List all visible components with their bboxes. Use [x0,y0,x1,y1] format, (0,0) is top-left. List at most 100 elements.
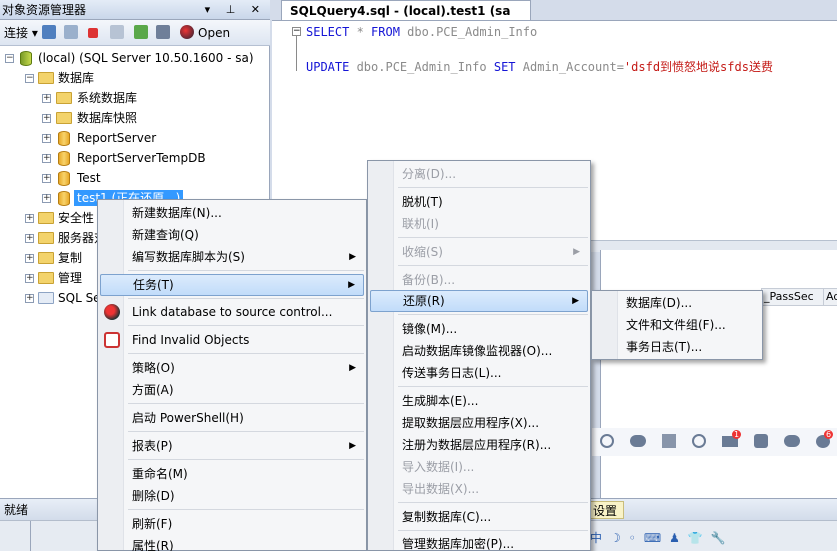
tree-node-databases[interactable]: − 数据库 [0,68,270,88]
expand-icon[interactable]: + [42,154,51,163]
menu-item-link-source-control[interactable]: Link database to source control... [100,301,364,323]
menu-item-backup[interactable]: 备份(B)... [370,269,588,291]
expand-icon[interactable]: + [25,234,34,243]
expand-icon[interactable]: + [42,194,51,203]
menu-item-reports[interactable]: 报表(P) ▶ [100,435,364,457]
menu-item-mirror[interactable]: 镜像(M)... [370,318,588,340]
disconnect-icon[interactable] [64,25,78,39]
menu-item-restore-transaction-log[interactable]: 事务日志(T)... [594,336,760,358]
settings-button[interactable]: 设置 [586,501,625,519]
menu-separator [128,353,364,354]
editor-tab[interactable]: SQLQuery4.sql - (local).test1 (sa (53))* [281,0,531,38]
stop-icon[interactable] [88,28,98,38]
menu-item-new-query[interactable]: 新建查询(Q) [100,224,364,246]
menu-item-register-data-tier-app[interactable]: 注册为数据层应用程序(R)... [370,434,588,456]
menu-item-new-database[interactable]: 新建数据库(N)... [100,202,364,224]
filter-icon[interactable] [110,25,124,39]
expand-icon[interactable]: + [25,214,34,223]
menu-item-properties[interactable]: 属性(R) [100,535,364,551]
menu-item-ship-transaction-logs[interactable]: 传送事务日志(L)... [370,362,588,384]
menu-item-script-database-as[interactable]: 编写数据库脚本为(S) ▶ [100,246,364,268]
expand-icon[interactable]: + [25,274,34,283]
menu-item-restore-files-filegroups[interactable]: 文件和文件组(F)... [594,314,760,336]
redgate-icon [104,304,120,320]
menu-item-generate-scripts[interactable]: 生成脚本(E)... [370,390,588,412]
tree-node-server[interactable]: − (local) (SQL Server 10.50.1600 - sa) [0,48,270,68]
menu-separator [398,237,588,238]
collapse-icon[interactable]: − [25,74,34,83]
search-icon[interactable] [600,434,614,448]
menu-item-detach[interactable]: 分离(D)... [370,163,588,185]
expand-icon[interactable]: + [42,174,51,183]
menu-item-tasks[interactable]: 任务(T) ▶ [100,274,364,296]
menu-separator [128,298,364,299]
folder-icon [56,92,72,104]
menu-item-restore[interactable]: 还原(R) ▶ [370,290,588,312]
menu-item-facets[interactable]: 方面(A) [100,379,364,401]
expand-icon[interactable]: + [42,94,51,103]
server-icon [20,51,32,66]
phone-icon[interactable] [754,434,768,448]
menu-item-take-offline[interactable]: 脱机(T) [370,191,588,213]
tree-node-system-databases[interactable]: + 系统数据库 [0,88,270,108]
outline-collapse-icon[interactable]: − [292,27,301,36]
menu-item-restore-database[interactable]: 数据库(D)... [594,292,760,314]
expand-icon[interactable]: + [42,134,51,143]
menu-item-copy-database[interactable]: 复制数据库(C)... [370,506,588,528]
tree-node-database-snapshots[interactable]: + 数据库快照 [0,108,270,128]
tree-node-reportservertempdb[interactable]: + ReportServerTempDB [0,148,270,168]
menu-item-policies[interactable]: 策略(O) ▶ [100,357,364,379]
folder-icon [38,212,54,224]
open-button[interactable]: Open [198,24,230,42]
menu-separator [128,509,364,510]
connect-object-icon[interactable] [42,25,56,39]
ime-toolbar-icons[interactable]: 中☽◦⌨♟👕🔧 [590,529,830,545]
database-icon [58,171,70,186]
mail-badge: 1 [732,430,742,439]
menu-item-extract-data-tier-app[interactable]: 提取数据层应用程序(X)... [370,412,588,434]
database-icon [58,131,70,146]
tree-node-reportserver[interactable]: + ReportServer [0,128,270,148]
folder-icon [38,72,54,84]
refresh-icon[interactable] [134,25,148,39]
menu-item-import-data[interactable]: 导入数据(I)... [370,456,588,478]
menu-item-start-powershell[interactable]: 启动 PowerShell(H) [100,407,364,429]
menu-separator [398,314,588,315]
tree-node-test[interactable]: + Test [0,168,270,188]
collapse-icon[interactable]: − [5,54,14,63]
menu-item-bring-online[interactable]: 联机(I) [370,213,588,235]
results-column-header[interactable]: Ad [823,288,837,306]
folder-icon [38,232,54,244]
database-restoring-icon [58,191,70,206]
summary-icon[interactable] [156,25,170,39]
results-grid: _PassSec Ad [600,250,837,510]
menu-item-export-data[interactable]: 导出数据(X)... [370,478,588,500]
chat-icon[interactable] [630,435,646,447]
expand-icon[interactable]: + [42,114,51,123]
menu-item-refresh[interactable]: 刷新(F) [100,513,364,535]
menu-item-shrink[interactable]: 收缩(S) ▶ [370,241,588,263]
image-icon[interactable] [662,434,676,448]
notification-badge: 6 [824,430,834,439]
message-icon[interactable] [784,435,800,447]
menu-item-rename[interactable]: 重命名(M) [100,463,364,485]
context-menu-tasks: 分离(D)... 脱机(T) 联机(I) 收缩(S) ▶ 备份(B)... 还原(… [367,160,591,551]
expand-icon[interactable]: + [25,254,34,263]
menu-item-delete[interactable]: 删除(D) [100,485,364,507]
context-menu-restore: 数据库(D)... 文件和文件组(F)... 事务日志(T)... [591,290,763,360]
menu-item-find-invalid-objects[interactable]: Find Invalid Objects [100,329,364,351]
open-icon[interactable] [180,25,194,39]
object-explorer-toolbar: 连接 ▾ Open [0,20,270,46]
clock-icon[interactable] [692,434,706,448]
submenu-arrow-icon: ▶ [348,280,355,290]
status-text: 就绪 [4,503,29,517]
panel-controls[interactable]: ▾ ⊥ ✕ [205,0,266,20]
connect-button[interactable]: 连接 ▾ [4,24,38,42]
menu-item-launch-mirroring-monitor[interactable]: 启动数据库镜像监视器(O)... [370,340,588,362]
menu-item-manage-encryption[interactable]: 管理数据库加密(P)... [370,533,588,551]
code-line-1: SELECT * FROM dbo.PCE_Admin_Info [306,25,538,39]
expand-icon[interactable]: + [25,294,34,303]
object-explorer-title-bar: 对象资源管理器 ▾ ⊥ ✕ [0,0,270,20]
submenu-arrow-icon: ▶ [349,363,356,373]
menu-separator [128,459,364,460]
